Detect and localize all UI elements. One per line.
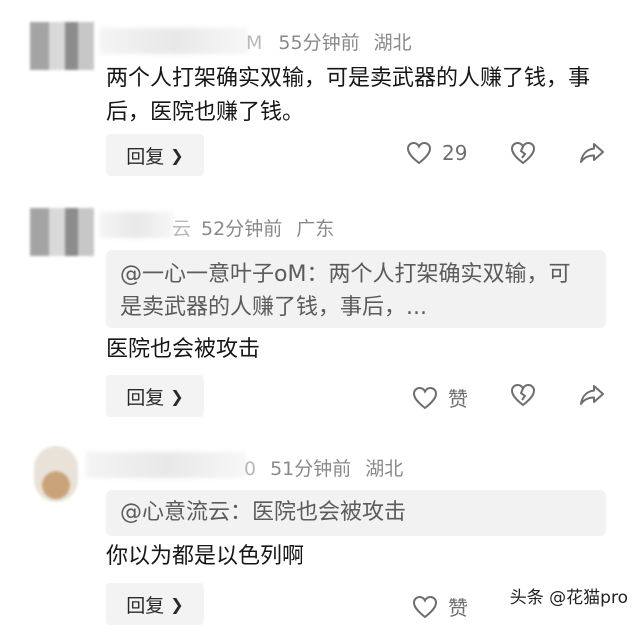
timestamp: 52分钟前 (201, 218, 283, 240)
broken-heart-icon (510, 383, 536, 407)
quoted-comment[interactable]: @心意流云：医院也会被攻击 (106, 490, 606, 536)
reply-button[interactable]: 回复 ❯ (106, 134, 204, 176)
comment-text: 医院也会被攻击 (106, 337, 261, 362)
avatar[interactable] (34, 446, 78, 502)
reply-label: 回复 (126, 594, 165, 617)
comment-text: 两个人打架确实双输，可是卖武器的人赚了钱，事后，医院也赚了钱。 (106, 66, 591, 125)
like-button[interactable]: 29 (406, 141, 467, 165)
share-arrow-icon (580, 143, 604, 163)
timestamp: 55分钟前 (278, 32, 360, 54)
share-arrow-icon (580, 385, 604, 405)
comment-meta: M 55分钟前 湖北 (246, 28, 426, 55)
reply-button[interactable]: 回复 ❯ (106, 583, 204, 625)
comment-text: 你以为都是以色列啊 (106, 544, 305, 569)
like-count: 29 (442, 141, 468, 165)
broken-heart-icon (510, 141, 536, 165)
username-blurred (100, 212, 174, 238)
comment-2: 云 52分钟前 广东 @一心一意叶子oM：两个人打架确实双输，可是卖武器的人赚了钱，… (0, 190, 640, 430)
like-button[interactable]: 赞 (412, 383, 468, 412)
heart-outline-icon (406, 141, 432, 165)
reply-label: 回复 (126, 386, 165, 409)
location: 广东 (296, 218, 335, 240)
share-button[interactable] (578, 141, 606, 165)
username[interactable]: 云 (172, 218, 191, 240)
comment-meta: 0 51分钟前 湖北 (244, 454, 417, 481)
reply-label: 回复 (126, 145, 165, 168)
heart-outline-icon (412, 595, 438, 618)
dislike-button[interactable] (510, 141, 536, 165)
like-label: 赞 (448, 596, 468, 620)
username-blurred (100, 28, 248, 54)
username-blurred (86, 452, 246, 478)
username[interactable]: M (246, 32, 262, 54)
quoted-comment[interactable]: @一心一意叶子oM：两个人打架确实双输，可是卖武器的人赚了钱，事后，... (106, 250, 606, 328)
share-button[interactable] (578, 383, 606, 407)
username[interactable]: 0 (244, 458, 256, 480)
like-label: 赞 (448, 387, 468, 411)
chevron-right-icon: ❯ (170, 594, 184, 614)
heart-outline-icon (412, 386, 438, 409)
location: 湖北 (373, 32, 412, 54)
chevron-right-icon: ❯ (170, 386, 184, 406)
reply-button[interactable]: 回复 ❯ (106, 375, 204, 417)
chevron-right-icon: ❯ (170, 145, 184, 165)
avatar[interactable] (30, 208, 94, 256)
comment-1: M 55分钟前 湖北 两个人打架确实双输，可是卖武器的人赚了钱，事后，医院也赚了钱。… (0, 0, 640, 190)
like-button[interactable]: 赞 (412, 592, 468, 621)
dislike-button[interactable] (510, 383, 536, 407)
watermark: 头条 @花猫pro (509, 588, 628, 608)
avatar[interactable] (30, 22, 94, 70)
comment-meta: 云 52分钟前 广东 (172, 214, 348, 241)
location: 湖北 (365, 458, 404, 480)
timestamp: 51分钟前 (270, 458, 352, 480)
